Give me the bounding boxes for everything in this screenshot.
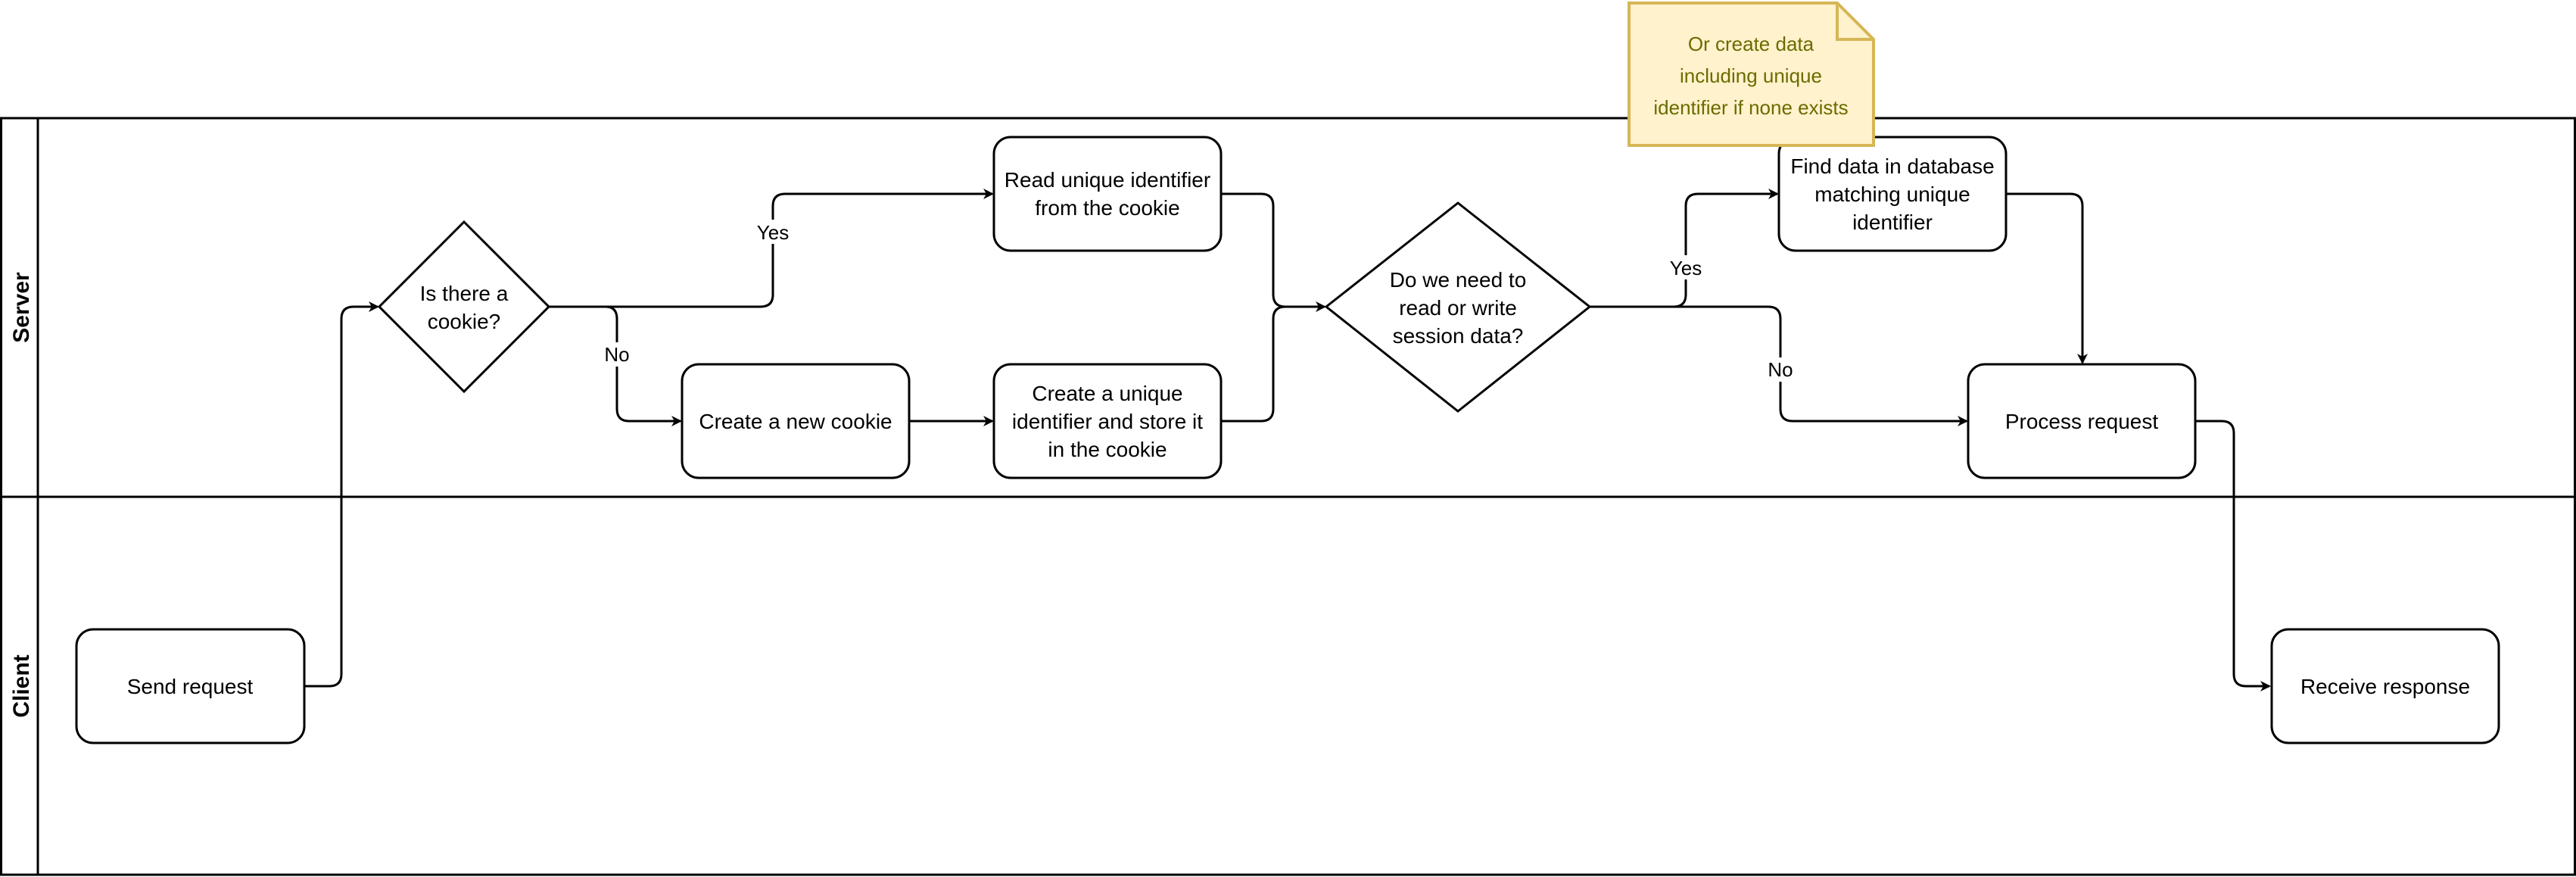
node-label: Read unique identifier <box>1005 168 1210 192</box>
edge-label-yes-1: Yes <box>757 221 789 244</box>
edge-label-yes-2: Yes <box>1670 257 1702 279</box>
node-label: session data? <box>1393 324 1524 348</box>
edge-session-yes-to-find-data[interactable] <box>1590 189 1779 308</box>
swimlane-pool: Server Client <box>0 117 2576 876</box>
node-label: from the cookie <box>1035 196 1179 220</box>
node-label: in the cookie <box>1048 438 1167 461</box>
lane-title-server: Server <box>9 272 34 343</box>
note-label: identifier if none exists <box>1653 96 1848 119</box>
node-send-request[interactable]: Send request <box>75 628 306 744</box>
edge-process-to-receive[interactable] <box>2195 420 2271 691</box>
node-process-request[interactable]: Process request <box>1967 363 2197 479</box>
node-create-new-cookie[interactable]: Create a new cookie <box>681 363 911 479</box>
note-label: including unique <box>1680 64 1822 87</box>
node-label: cookie? <box>428 310 501 333</box>
node-cookie-question[interactable]: Is there a cookie? <box>377 220 551 394</box>
node-create-unique-id[interactable]: Create a unique identifier and store it … <box>992 363 1223 479</box>
lane-title-client: Client <box>9 654 34 717</box>
diagram-canvas: Server Client Yes No Yes No Send request… <box>0 2 2576 876</box>
edge-create-id-to-session-question[interactable] <box>1221 305 1286 423</box>
edge-find-data-to-process[interactable] <box>2006 192 2088 364</box>
node-label: identifier <box>1852 211 1933 234</box>
edge-label-no-2: No <box>1768 358 1793 381</box>
node-read-unique-id[interactable]: Read unique identifier from the cookie <box>992 136 1223 252</box>
annotation-note[interactable]: Or create data including unique identifi… <box>1628 2 1875 147</box>
node-label: identifier and store it <box>1012 410 1203 433</box>
node-label: Create a new cookie <box>699 410 892 433</box>
node-label: Find data in database <box>1790 154 1994 178</box>
edge-read-id-to-session-question[interactable] <box>1221 192 1326 312</box>
node-session-question[interactable]: Do we need to read or write session data… <box>1324 201 1592 413</box>
node-receive-response[interactable]: Receive response <box>2270 628 2500 744</box>
edge-cookie-yes-to-read-id[interactable] <box>549 189 994 308</box>
node-label: read or write <box>1399 296 1517 320</box>
edge-label-no-1: No <box>604 343 629 366</box>
node-label: Receive response <box>2300 675 2470 698</box>
node-label: Is there a <box>420 282 509 305</box>
node-label: Send request <box>127 675 254 698</box>
node-label: Do we need to <box>1390 268 1527 292</box>
node-label: matching unique <box>1814 183 1970 206</box>
node-label: Create a unique <box>1032 382 1182 405</box>
node-find-data[interactable]: Find data in database matching unique id… <box>1777 136 2008 252</box>
note-label: Or create data <box>1688 33 1814 55</box>
node-label: Process request <box>2005 410 2159 433</box>
